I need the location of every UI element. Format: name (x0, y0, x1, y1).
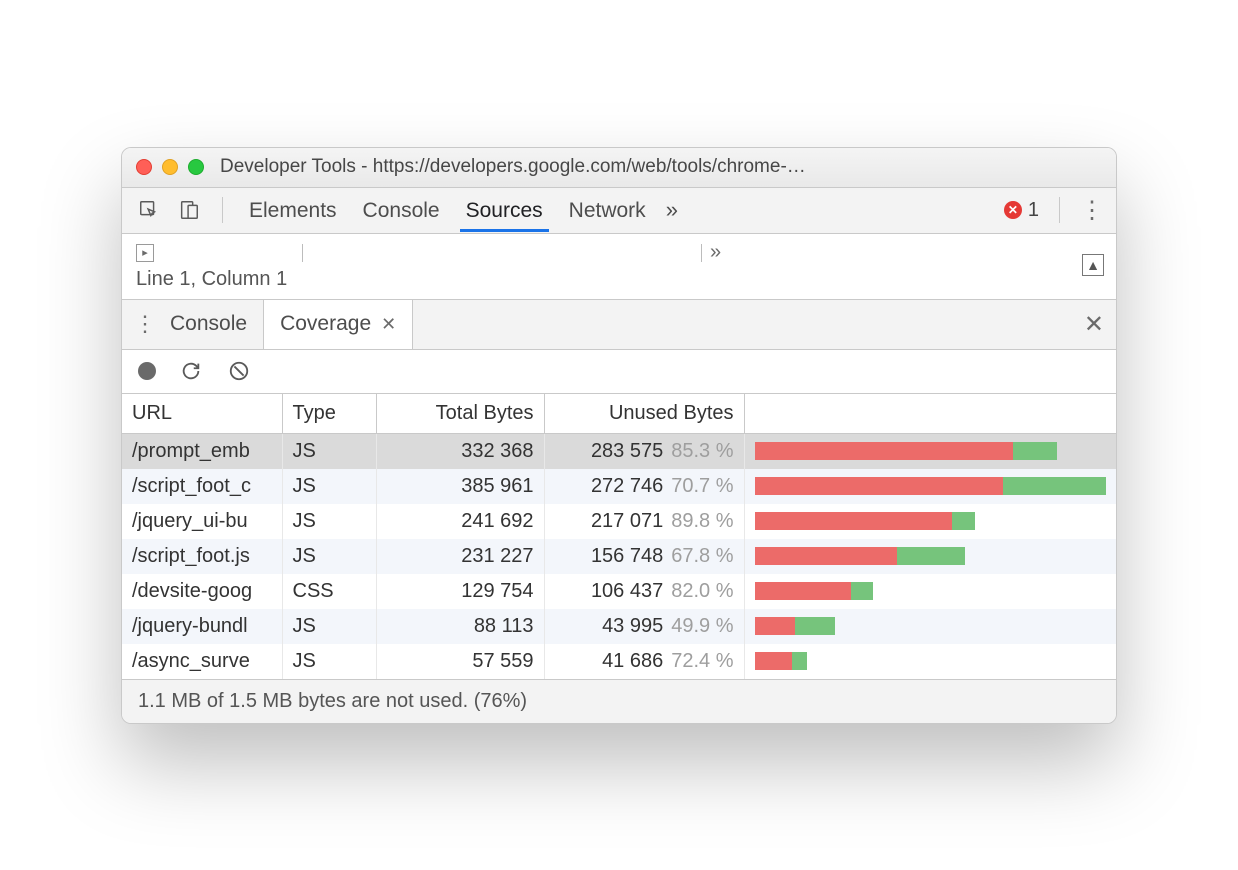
cell-unused-bytes: 41 68672.4 % (544, 644, 744, 679)
coverage-toolbar (122, 350, 1116, 394)
cell-unused-bytes: 106 43782.0 % (544, 574, 744, 609)
cell-type: JS (282, 469, 376, 504)
record-icon[interactable] (138, 362, 156, 380)
cell-total-bytes: 241 692 (376, 504, 544, 539)
cell-usage-bar (744, 469, 1116, 504)
col-total[interactable]: Total Bytes (376, 394, 544, 434)
minimize-window-button[interactable] (162, 159, 178, 175)
cell-url: /jquery-bundl (122, 609, 282, 644)
cell-total-bytes: 332 368 (376, 433, 544, 469)
col-url[interactable]: URL (122, 394, 282, 434)
cell-url: /script_foot_c (122, 469, 282, 504)
cell-total-bytes: 231 227 (376, 539, 544, 574)
zoom-window-button[interactable] (188, 159, 204, 175)
device-toolbar-icon[interactable] (176, 197, 202, 223)
tab-network[interactable]: Network (563, 189, 652, 232)
table-row[interactable]: /script_foot_cJS385 961272 74670.7 % (122, 469, 1116, 504)
reload-icon[interactable] (178, 358, 204, 384)
table-row[interactable]: /async_surveJS57 55941 68672.4 % (122, 644, 1116, 679)
cell-unused-bytes: 156 74867.8 % (544, 539, 744, 574)
cell-usage-bar (744, 504, 1116, 539)
table-header-row: URL Type Total Bytes Unused Bytes (122, 394, 1116, 434)
titlebar: Developer Tools - https://developers.goo… (122, 148, 1116, 188)
table-row[interactable]: /script_foot.jsJS231 227156 74867.8 % (122, 539, 1116, 574)
cell-url: /async_surve (122, 644, 282, 679)
cell-url: /devsite-goog (122, 574, 282, 609)
close-tab-icon[interactable]: ✕ (381, 314, 396, 335)
drawer-tabbar: ⋮ Console Coverage ✕ ✕ (122, 300, 1116, 350)
col-unused[interactable]: Unused Bytes (544, 394, 744, 434)
error-icon: ✕ (1004, 201, 1022, 219)
separator (222, 197, 223, 223)
cell-usage-bar (744, 433, 1116, 469)
table-row[interactable]: /devsite-googCSS129 754106 43782.0 % (122, 574, 1116, 609)
cell-type: JS (282, 433, 376, 469)
more-tabs-icon[interactable]: » (666, 197, 678, 223)
cell-type: JS (282, 539, 376, 574)
window-title: Developer Tools - https://developers.goo… (220, 156, 1102, 178)
cell-type: JS (282, 609, 376, 644)
cell-unused-bytes: 283 57585.3 % (544, 433, 744, 469)
tab-elements[interactable]: Elements (243, 189, 343, 232)
editor-area: ▸ » Line 1, Column 1 ▲ (122, 234, 1116, 300)
tab-sources[interactable]: Sources (460, 189, 549, 232)
clear-icon[interactable] (226, 358, 252, 384)
table-row[interactable]: /prompt_embJS332 368283 57585.3 % (122, 433, 1116, 469)
tab-console[interactable]: Console (357, 189, 446, 232)
kebab-menu-icon[interactable]: ⋮ (1080, 196, 1102, 225)
cell-url: /script_foot.js (122, 539, 282, 574)
coverage-table: URL Type Total Bytes Unused Bytes /promp… (122, 394, 1116, 679)
cell-url: /jquery_ui-bu (122, 504, 282, 539)
cell-total-bytes: 129 754 (376, 574, 544, 609)
window-controls (136, 159, 204, 175)
cell-usage-bar (744, 644, 1116, 679)
cell-total-bytes: 57 559 (376, 644, 544, 679)
col-bar[interactable] (744, 394, 1116, 434)
coverage-summary: 1.1 MB of 1.5 MB bytes are not used. (76… (122, 679, 1116, 723)
main-toolbar: Elements Console Sources Network » ✕ 1 ⋮ (122, 188, 1116, 234)
drawer-tab-console[interactable]: Console (154, 300, 263, 349)
cell-usage-bar (744, 539, 1116, 574)
drawer-tab-coverage[interactable]: Coverage ✕ (263, 300, 413, 349)
file-selector[interactable] (302, 244, 702, 262)
error-count-value: 1 (1028, 199, 1039, 222)
cell-type: CSS (282, 574, 376, 609)
cell-unused-bytes: 272 74670.7 % (544, 469, 744, 504)
drawer-toggle-icon[interactable]: ▲ (1082, 254, 1104, 276)
cell-url: /prompt_emb (122, 433, 282, 469)
more-files-icon[interactable]: » (710, 244, 721, 262)
drawer-menu-icon[interactable]: ⋮ (134, 311, 154, 337)
cell-type: JS (282, 644, 376, 679)
cursor-position: Line 1, Column 1 (136, 268, 1102, 291)
error-count[interactable]: ✕ 1 (1004, 199, 1039, 222)
devtools-window: Developer Tools - https://developers.goo… (121, 147, 1117, 724)
cell-total-bytes: 88 113 (376, 609, 544, 644)
cell-usage-bar (744, 609, 1116, 644)
close-drawer-icon[interactable]: ✕ (1084, 310, 1104, 339)
close-window-button[interactable] (136, 159, 152, 175)
cell-type: JS (282, 504, 376, 539)
cell-total-bytes: 385 961 (376, 469, 544, 504)
cell-unused-bytes: 43 99549.9 % (544, 609, 744, 644)
col-type[interactable]: Type (282, 394, 376, 434)
navigator-toggle-icon[interactable]: ▸ (136, 244, 154, 262)
table-row[interactable]: /jquery-bundlJS88 11343 99549.9 % (122, 609, 1116, 644)
inspect-element-icon[interactable] (136, 197, 162, 223)
separator (1059, 197, 1060, 223)
cell-unused-bytes: 217 07189.8 % (544, 504, 744, 539)
drawer-tab-coverage-label: Coverage (280, 312, 371, 336)
cell-usage-bar (744, 574, 1116, 609)
table-row[interactable]: /jquery_ui-buJS241 692217 07189.8 % (122, 504, 1116, 539)
